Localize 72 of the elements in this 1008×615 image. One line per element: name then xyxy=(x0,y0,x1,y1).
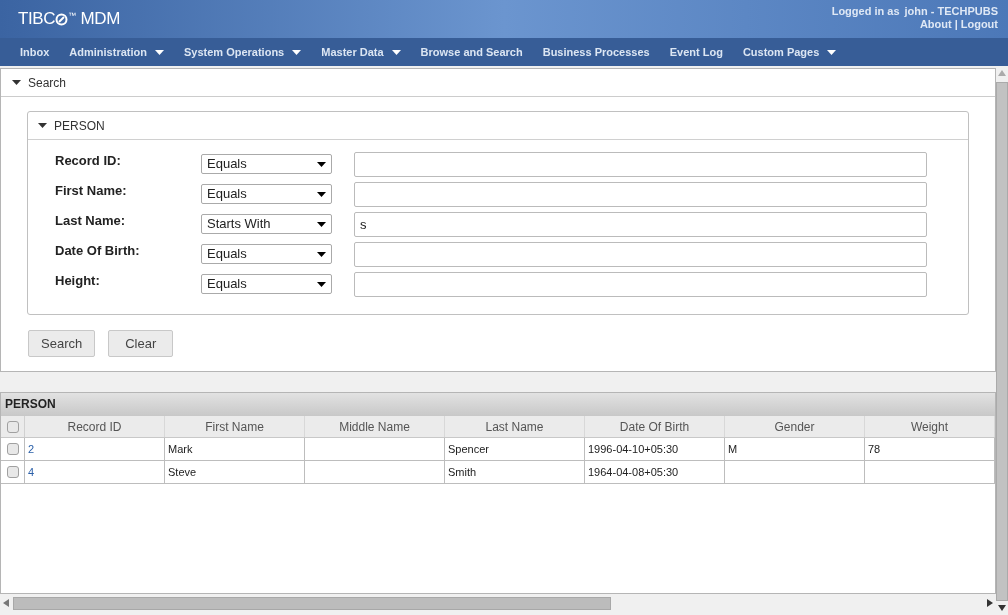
nav-menu-item[interactable]: Custom Pages xyxy=(742,43,837,61)
value-field[interactable] xyxy=(354,182,927,207)
table-cell-text: Mark xyxy=(168,441,193,457)
checkbox[interactable] xyxy=(6,443,19,455)
record-id-link[interactable]: 4 xyxy=(28,463,35,481)
value-field[interactable] xyxy=(354,272,927,297)
user-name: john - TECHPUBS xyxy=(904,5,998,18)
column-header[interactable]: Last Name xyxy=(445,416,585,437)
product-logo: TIBC ™ MDM xyxy=(18,8,120,31)
logout-link[interactable]: Logout xyxy=(960,18,998,31)
operator-select[interactable]: Equals xyxy=(201,244,332,264)
field-label: Last Name: xyxy=(55,212,127,230)
caret-icon xyxy=(38,123,47,128)
search-button[interactable]: Search xyxy=(28,330,96,357)
scroll-up-icon[interactable] xyxy=(998,70,1006,76)
nav-menu-item[interactable]: Master Data xyxy=(321,43,401,61)
column-header[interactable]: Gender xyxy=(725,416,865,437)
nav-menu-item[interactable]: Event Log xyxy=(669,43,723,61)
value-field[interactable] xyxy=(354,242,927,267)
nav-menu-item[interactable]: System Operations xyxy=(183,43,302,61)
nav-menu-item[interactable]: Inbox xyxy=(20,43,50,61)
nav-menu-item[interactable]: Browse and Search xyxy=(420,43,523,61)
caret-icon xyxy=(154,49,164,55)
caret-icon xyxy=(317,251,326,257)
logged-in-label: Logged in as xyxy=(831,5,900,18)
operator-select[interactable]: Equals xyxy=(201,184,332,204)
caret-icon xyxy=(317,191,326,197)
field-label: First Name: xyxy=(55,182,128,200)
value-field[interactable] xyxy=(354,152,927,177)
column-header[interactable]: Middle Name xyxy=(305,416,445,437)
scrollbar-thumb[interactable] xyxy=(13,596,611,610)
checkbox[interactable] xyxy=(6,420,19,433)
clear-button[interactable]: Clear xyxy=(108,330,174,357)
search-panel-header[interactable]: Search xyxy=(1,69,995,97)
operator-select[interactable]: Starts With xyxy=(201,214,332,234)
column-header[interactable]: Date Of Birth xyxy=(585,416,725,437)
table-cell-text: Spencer xyxy=(448,441,489,457)
caret-icon xyxy=(827,49,837,55)
column-header[interactable]: Weight xyxy=(865,416,995,437)
logo-circle-icon xyxy=(55,12,69,26)
table-cell-text: 1996-04-10+05:30 xyxy=(588,441,679,457)
nav-menu-item[interactable]: Administration xyxy=(69,43,164,61)
results-title: PERSON xyxy=(1,393,995,415)
column-header[interactable]: First Name xyxy=(165,416,305,437)
caret-icon xyxy=(12,80,21,85)
horizontal-scrollbar[interactable] xyxy=(0,594,996,612)
scroll-left-icon[interactable] xyxy=(3,599,9,607)
table-cell-text: 78 xyxy=(868,441,881,457)
table-cell-text: M xyxy=(728,441,738,457)
caret-icon xyxy=(391,49,401,55)
caret-icon xyxy=(292,49,302,55)
field-label: Height: xyxy=(55,272,101,290)
checkbox[interactable] xyxy=(6,466,19,478)
operator-select[interactable]: Equals xyxy=(201,154,332,174)
nav-menu-item[interactable]: Business Processes xyxy=(542,43,650,61)
value-field[interactable]: s xyxy=(354,212,927,237)
table-cell-text: 1964-04-08+05:30 xyxy=(588,464,679,480)
operator-select[interactable]: Equals xyxy=(201,274,332,294)
table-cell-text: Steve xyxy=(168,464,197,480)
caret-icon xyxy=(317,161,326,167)
field-label: Date Of Birth: xyxy=(55,242,141,260)
table-cell-text: Smith xyxy=(448,464,477,480)
link-separator: | xyxy=(954,18,958,31)
record-id-link[interactable]: 2 xyxy=(28,440,35,458)
about-link[interactable]: About xyxy=(919,18,952,31)
caret-icon xyxy=(317,281,326,287)
field-label: Record ID: xyxy=(55,152,122,170)
column-header[interactable]: Record ID xyxy=(25,416,165,437)
caret-icon xyxy=(317,221,326,227)
entity-panel-header[interactable]: PERSON xyxy=(28,112,968,140)
scroll-down-icon[interactable] xyxy=(998,605,1006,611)
scroll-right-icon[interactable] xyxy=(987,599,993,607)
